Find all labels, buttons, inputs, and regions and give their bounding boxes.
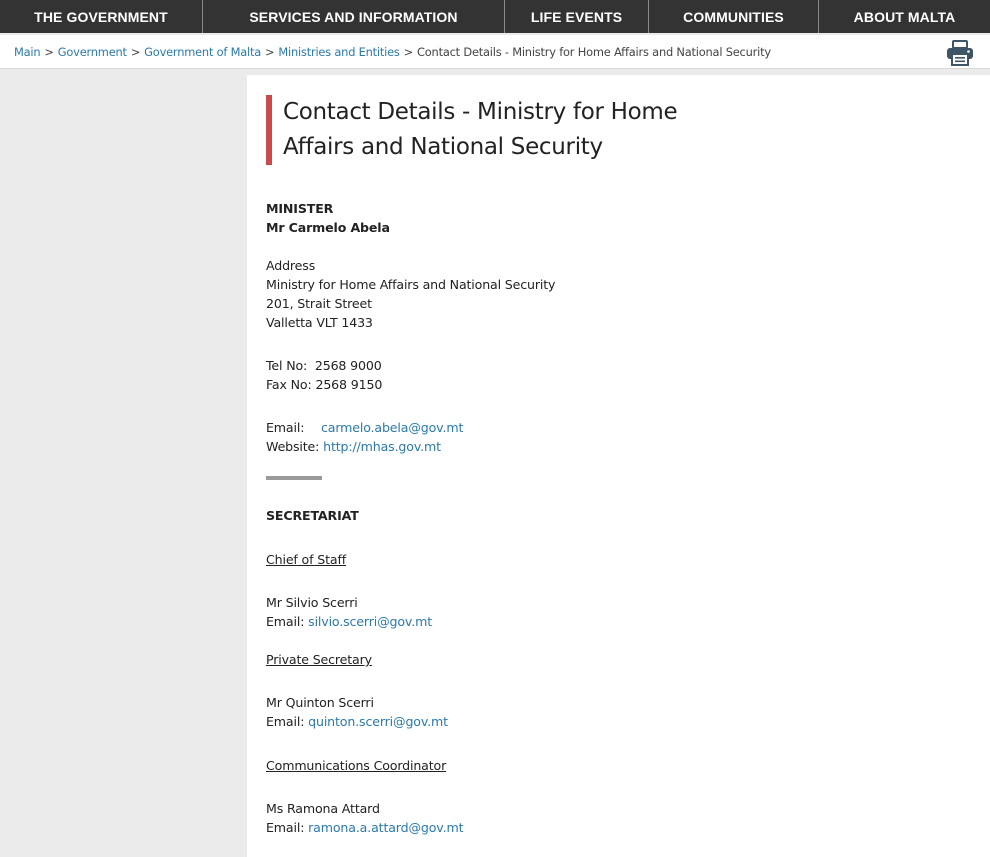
section-divider bbox=[266, 476, 322, 480]
breadcrumb-government[interactable]: Government bbox=[58, 45, 127, 59]
main-content: Contact Details - Ministry for Home Affa… bbox=[247, 75, 990, 857]
email-label: Email: bbox=[266, 820, 305, 835]
breadcrumb-current: Contact Details - Ministry for Home Affa… bbox=[417, 44, 771, 59]
tel-value: 2568 9000 bbox=[314, 358, 382, 373]
breadcrumb-separator: > bbox=[130, 44, 141, 59]
breadcrumb-separator: > bbox=[403, 44, 414, 59]
breadcrumb: Main > Government > Government of Malta > Mini… bbox=[14, 45, 771, 59]
fax-value: 2568 9150 bbox=[315, 377, 383, 392]
minister-email-link[interactable]: carmelo.abela@gov.mt bbox=[321, 420, 463, 435]
nav-the-government[interactable]: THE GOVERNMENT bbox=[0, 0, 203, 33]
website-label: Website: bbox=[266, 439, 320, 454]
breadcrumb-separator: > bbox=[265, 44, 275, 59]
role-private-secretary: Private Secretary bbox=[266, 652, 372, 667]
chief-of-staff-email-line: Email: silvio.scerri@gov.mt bbox=[266, 612, 432, 631]
communications-coordinator-email-link[interactable]: ramona.a.attard@gov.mt bbox=[308, 820, 463, 835]
role-chief-of-staff: Chief of Staff bbox=[266, 552, 347, 567]
address-label: Address bbox=[266, 258, 316, 273]
page-title-line-2: Affairs and National Security bbox=[283, 134, 603, 160]
page-title: Contact Details - Ministry for Home Affa… bbox=[266, 95, 726, 165]
minister-name: Mr Carmelo Abela bbox=[266, 220, 390, 235]
page-title-line-1: Contact Details - Ministry for Home bbox=[283, 99, 678, 125]
address-line-3: Valletta VLT 1433 bbox=[266, 315, 373, 330]
ministry-website-link[interactable]: http://mhas.gov.mt bbox=[323, 439, 441, 454]
address-line-2: 201, Strait Street bbox=[266, 296, 372, 311]
role-communications-coordinator: Communications Coordinator bbox=[266, 758, 447, 773]
nav-services-and-information[interactable]: SERVICES AND INFORMATION bbox=[203, 0, 505, 33]
fax-label: Fax No: bbox=[266, 377, 312, 392]
minister-heading: MINISTER bbox=[266, 201, 334, 216]
printer-icon[interactable] bbox=[946, 40, 974, 66]
chief-of-staff-name: Mr Silvio Scerri bbox=[266, 595, 358, 610]
nav-about-malta[interactable]: ABOUT MALTA bbox=[819, 0, 990, 33]
breadcrumb-main[interactable]: Main bbox=[14, 45, 41, 59]
chief-of-staff-email-link[interactable]: silvio.scerri@gov.mt bbox=[308, 614, 432, 629]
tel-label: Tel No: bbox=[266, 358, 308, 373]
top-navigation: THE GOVERNMENT SERVICES AND INFORMATION … bbox=[0, 0, 990, 33]
website-line: Website: http://mhas.gov.mt bbox=[266, 437, 441, 456]
fax-line: Fax No: 2568 9150 bbox=[266, 375, 382, 394]
communications-coordinator-email-line: Email: ramona.a.attard@gov.mt bbox=[266, 818, 464, 837]
private-secretary-email-line: Email: quinton.scerri@gov.mt bbox=[266, 712, 448, 731]
breadcrumb-separator: > bbox=[44, 44, 54, 59]
email-label: Email: bbox=[266, 420, 305, 435]
breadcrumb-ministries-and-entities[interactable]: Ministries and Entities bbox=[278, 45, 399, 59]
address-line-1: Ministry for Home Affairs and National S… bbox=[266, 277, 556, 292]
private-secretary-email-link[interactable]: quinton.scerri@gov.mt bbox=[308, 714, 448, 729]
tel-line: Tel No: 2568 9000 bbox=[266, 356, 382, 375]
breadcrumb-government-of-malta[interactable]: Government of Malta bbox=[144, 45, 261, 59]
email-line: Email: carmelo.abela@gov.mt bbox=[266, 418, 463, 437]
communications-coordinator-name: Ms Ramona Attard bbox=[266, 801, 380, 816]
email-label: Email: bbox=[266, 614, 305, 629]
nav-communities[interactable]: COMMUNITIES bbox=[649, 0, 819, 33]
breadcrumb-bar: Main > Government > Government of Malta > Mini… bbox=[0, 35, 990, 69]
nav-life-events[interactable]: LIFE EVENTS bbox=[505, 0, 649, 33]
left-sidebar bbox=[0, 70, 247, 857]
email-label: Email: bbox=[266, 714, 305, 729]
private-secretary-name: Mr Quinton Scerri bbox=[266, 695, 374, 710]
secretariat-heading: SECRETARIAT bbox=[266, 508, 359, 523]
